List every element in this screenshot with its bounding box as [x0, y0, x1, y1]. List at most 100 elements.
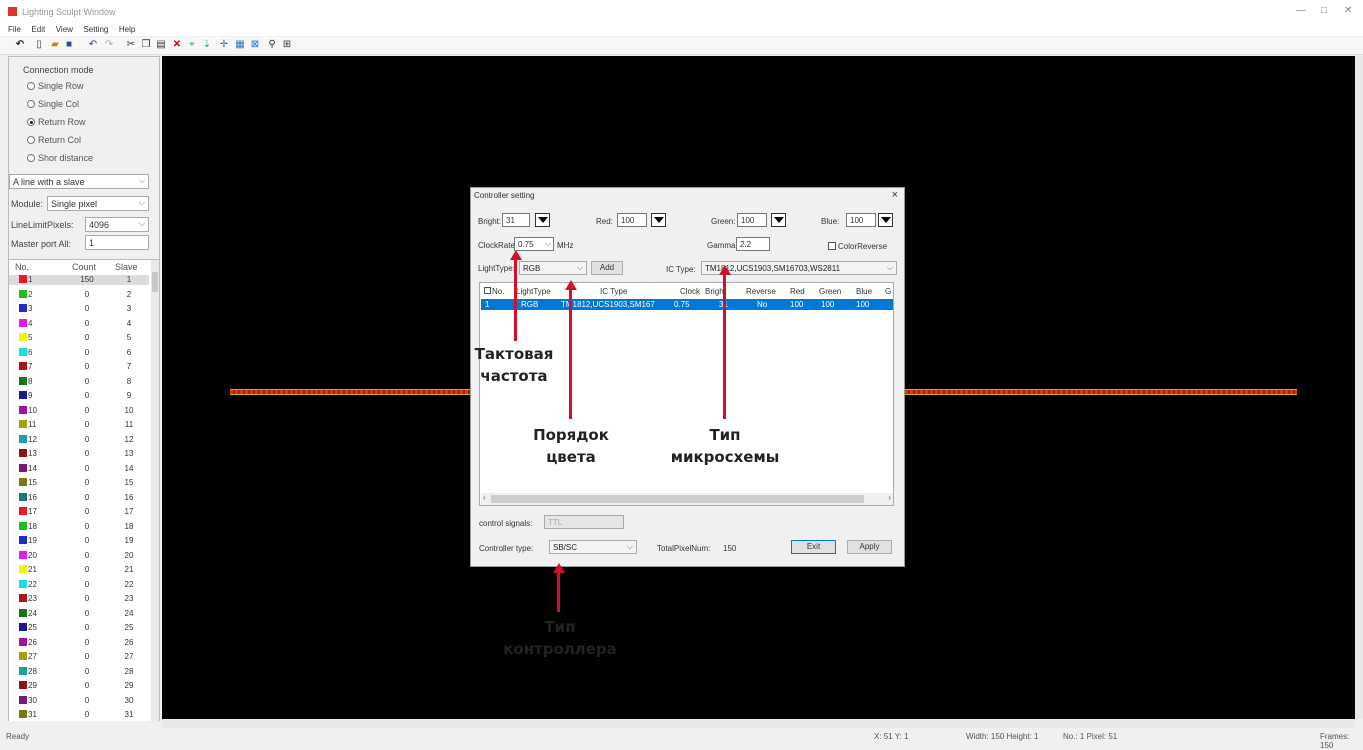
menu-setting[interactable]: Setting [83, 25, 108, 34]
list-item[interactable]: 5 0 5 [9, 333, 149, 343]
list-item[interactable]: 4 0 4 [9, 318, 149, 329]
controller-grid[interactable]: No. LightType IC Type Clock Bright Rever… [479, 282, 894, 506]
control-signals-select[interactable]: TTL [544, 515, 624, 529]
list-item[interactable]: 24 0 24 [9, 608, 149, 619]
list-scrollbar[interactable] [151, 260, 159, 722]
list-item[interactable]: 26 0 26 [9, 637, 149, 648]
total-pixel-value: 150 [723, 544, 737, 553]
list-header-slave: Slave [115, 262, 138, 272]
radio-single-row[interactable]: Single Row [27, 81, 84, 91]
bright-field[interactable]: 31 [502, 213, 530, 227]
cut-icon[interactable]: ✂ [125, 39, 137, 51]
bright-dropdown-icon[interactable] [535, 213, 550, 227]
radio-return-row[interactable]: Return Row [27, 117, 86, 127]
dialog-close-icon[interactable]: × [892, 189, 898, 201]
color-swatch [19, 304, 27, 312]
undo-icon[interactable]: ↶ [87, 39, 99, 51]
module-select[interactable]: Single pixel ⌵ [47, 196, 149, 211]
add-button[interactable]: Add [591, 261, 623, 275]
slave-list[interactable]: No. Count Slave 1 150 1 2 0 2 3 0 3 4 0 4 5 0 5 6 0 6 7 0 7 8… [9, 259, 159, 722]
list-item[interactable]: 11 0 11 [9, 420, 149, 430]
scroll-thumb[interactable] [152, 272, 158, 292]
clock-rate-select[interactable]: 0.75 ⌵ [514, 237, 554, 251]
close-icon[interactable]: ✕ [1344, 5, 1352, 16]
fit-view-icon[interactable]: ⊠ [249, 39, 261, 51]
light-type-select[interactable]: RGB ⌵ [519, 261, 587, 275]
slave-mode-select[interactable]: A line with a slave ⌵ [9, 174, 149, 189]
radio-return-col[interactable]: Return Col [27, 135, 81, 145]
line-limit-select[interactable]: 4096 ⌵ [85, 217, 149, 232]
list-item[interactable]: 12 0 12 [9, 434, 149, 445]
list-item[interactable]: 1 150 1 [9, 275, 149, 285]
list-item[interactable]: 19 0 19 [9, 536, 149, 546]
scroll-right-icon[interactable]: › [888, 493, 891, 502]
controller-type-select[interactable]: SB/SC ⌵ [549, 540, 637, 554]
list-item[interactable]: 21 0 21 [9, 565, 149, 575]
list-item[interactable]: 17 0 17 [9, 507, 149, 517]
list-item[interactable]: 6 0 6 [9, 347, 149, 358]
open-folder-icon[interactable]: ▰ [49, 39, 61, 51]
list-item[interactable]: 31 0 31 [9, 710, 149, 720]
list-item[interactable]: 27 0 27 [9, 652, 149, 662]
select-all-checkbox[interactable] [484, 287, 491, 294]
list-item[interactable]: 30 0 30 [9, 695, 149, 706]
blue-dropdown-icon[interactable] [878, 213, 893, 227]
grid-horizontal-scrollbar[interactable]: ‹ › [481, 493, 893, 505]
list-item[interactable]: 15 0 15 [9, 478, 149, 488]
copy-icon[interactable]: ❐ [140, 39, 152, 51]
grid-cell-lighttype: RGB [521, 300, 539, 309]
list-item[interactable]: 16 0 16 [9, 492, 149, 503]
list-item[interactable]: 3 0 3 [9, 304, 149, 314]
menu-file[interactable]: File [8, 25, 21, 34]
exit-button[interactable]: Exit [791, 540, 836, 554]
list-item[interactable]: 23 0 23 [9, 594, 149, 604]
canvas-vertical-scrollbar[interactable] [1355, 56, 1363, 719]
maximize-icon[interactable]: □ [1321, 5, 1327, 16]
menu-view[interactable]: View [56, 25, 73, 34]
redo-icon[interactable]: ↷ [103, 39, 115, 51]
scroll-left-icon[interactable]: ‹ [483, 493, 486, 502]
master-port-field[interactable]: 1 [85, 235, 149, 250]
list-item[interactable]: 8 0 8 [9, 376, 149, 387]
canvas-horizontal-scrollbar[interactable] [162, 719, 1355, 728]
blue-field[interactable]: 100 [846, 213, 876, 227]
select-icon[interactable]: ⌖ [186, 39, 198, 51]
binoculars-icon[interactable]: ⚲ [266, 39, 278, 51]
list-item[interactable]: 13 0 13 [9, 449, 149, 459]
grid-icon[interactable]: ▦ [234, 39, 246, 51]
radio-shor-distance[interactable]: Shor distance [27, 153, 93, 163]
menu-help[interactable]: Help [119, 25, 135, 34]
crosshair-icon[interactable]: ✛ [218, 39, 230, 51]
green-field[interactable]: 100 [737, 213, 767, 227]
list-item[interactable]: 29 0 29 [9, 681, 149, 691]
gamma-field[interactable]: 2.2 [736, 237, 770, 251]
pointer-icon[interactable]: ⇣ [201, 39, 213, 51]
list-item[interactable]: 14 0 14 [9, 463, 149, 474]
green-dropdown-icon[interactable] [771, 213, 786, 227]
grid-row[interactable]: 1 RGB TM1812,UCS1903,SM167 0.75 31 No 10… [481, 299, 893, 310]
menu-edit[interactable]: Edit [31, 25, 45, 34]
list-item[interactable]: 7 0 7 [9, 362, 149, 372]
red-dropdown-icon[interactable] [651, 213, 666, 227]
undo-arrow-icon[interactable]: ↶ [14, 39, 26, 51]
list-item[interactable]: 22 0 22 [9, 579, 149, 590]
list-item[interactable]: 20 0 20 [9, 550, 149, 561]
chevron-down-icon: ⌵ [886, 263, 893, 272]
delete-icon[interactable]: ✕ [171, 39, 183, 51]
red-field[interactable]: 100 [617, 213, 647, 227]
save-icon[interactable]: ■ [63, 39, 75, 51]
settings-grid-icon[interactable]: ⊞ [281, 39, 293, 51]
new-file-icon[interactable]: ▯ [33, 39, 45, 51]
list-item[interactable]: 2 0 2 [9, 289, 149, 300]
list-item[interactable]: 18 0 18 [9, 521, 149, 532]
radio-single-col[interactable]: Single Col [27, 99, 79, 109]
apply-button[interactable]: Apply [847, 540, 892, 554]
scroll-thumb[interactable] [491, 495, 864, 503]
list-item[interactable]: 9 0 9 [9, 391, 149, 401]
list-item[interactable]: 28 0 28 [9, 666, 149, 677]
list-item[interactable]: 25 0 25 [9, 623, 149, 633]
minimize-icon[interactable]: — [1296, 5, 1306, 16]
list-item[interactable]: 10 0 10 [9, 405, 149, 416]
color-reverse-checkbox[interactable] [828, 242, 836, 250]
paste-icon[interactable]: ▤ [155, 39, 167, 51]
